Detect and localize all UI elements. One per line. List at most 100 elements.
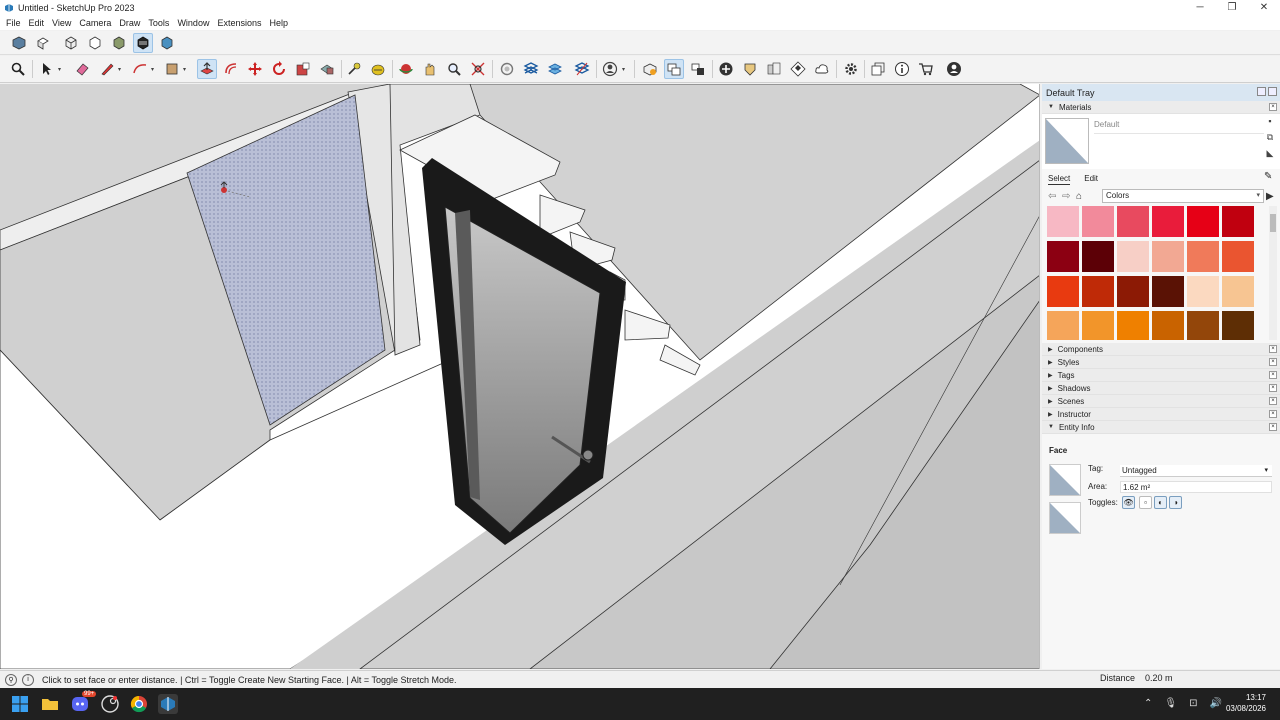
windows-start-icon[interactable] xyxy=(10,694,30,714)
material-swatch[interactable] xyxy=(1082,241,1114,272)
offset-icon[interactable] xyxy=(221,59,241,79)
geo-icon[interactable] xyxy=(740,59,760,79)
panel-close-icon[interactable]: × xyxy=(1269,397,1277,405)
cast-shadows-toggle-icon[interactable]: ◐ xyxy=(1154,496,1167,509)
default-material-icon[interactable]: ◣ xyxy=(1264,148,1276,160)
outliner-icon[interactable] xyxy=(868,59,888,79)
menu-edit[interactable]: Edit xyxy=(25,18,49,28)
material-swatch[interactable] xyxy=(1187,276,1219,307)
receive-shadows-toggle-icon[interactable]: ▫ xyxy=(1139,496,1152,509)
menu-camera[interactable]: Camera xyxy=(75,18,115,28)
bottom-view-icon[interactable] xyxy=(133,33,153,53)
styles-icon[interactable] xyxy=(664,59,684,79)
forward-arrow-icon[interactable]: ⇨ xyxy=(1062,191,1076,202)
material-swatch[interactable] xyxy=(1152,241,1184,272)
cloud-icon[interactable] xyxy=(812,59,832,79)
material-swatch[interactable] xyxy=(1117,276,1149,307)
add-location-icon[interactable] xyxy=(716,59,736,79)
menu-help[interactable]: Help xyxy=(265,18,292,28)
menu-draw[interactable]: Draw xyxy=(115,18,144,28)
steam-icon[interactable] xyxy=(100,694,120,714)
soften-toggle-icon[interactable]: ◑ xyxy=(1169,496,1182,509)
right-view-icon[interactable] xyxy=(85,33,105,53)
tape-measure-icon[interactable] xyxy=(344,59,364,79)
iso-view-icon[interactable] xyxy=(9,33,29,53)
material-swatch[interactable] xyxy=(1047,276,1079,307)
panel-close-icon[interactable]: × xyxy=(1269,410,1277,418)
menu-tools[interactable]: Tools xyxy=(144,18,173,28)
paint-bucket-icon[interactable] xyxy=(368,59,388,79)
material-swatch[interactable] xyxy=(1222,311,1254,340)
material-swatch[interactable] xyxy=(1047,311,1079,340)
extension-warehouse-icon[interactable] xyxy=(764,59,784,79)
scale-icon[interactable] xyxy=(293,59,313,79)
pencil-dropdown-icon[interactable]: ▾ xyxy=(118,59,124,79)
pencil-icon[interactable] xyxy=(97,59,117,79)
geo-location-icon[interactable]: ⚲ xyxy=(5,673,17,686)
3d-warehouse-icon[interactable] xyxy=(497,59,517,79)
home-icon[interactable]: ⌂ xyxy=(1076,191,1090,202)
pan-icon[interactable] xyxy=(420,59,440,79)
modeling-viewport[interactable] xyxy=(0,84,1040,669)
tab-select[interactable]: Select xyxy=(1048,174,1071,185)
material-swatch[interactable] xyxy=(1047,206,1079,237)
components-icon[interactable] xyxy=(640,59,660,79)
tag-select[interactable]: Untagged ▾ xyxy=(1120,465,1272,477)
material-swatch[interactable] xyxy=(1152,311,1184,340)
cart-icon[interactable] xyxy=(916,59,936,79)
material-swatch[interactable] xyxy=(1187,311,1219,340)
instructor-info-icon[interactable]: i xyxy=(22,673,34,686)
styles-panel-header[interactable]: ▶ Styles × xyxy=(1042,356,1280,369)
panel-close-icon[interactable]: × xyxy=(1269,423,1277,431)
sketchup-taskbar-icon[interactable] xyxy=(158,694,178,714)
tab-edit[interactable]: Edit xyxy=(1084,174,1098,185)
profile-icon[interactable] xyxy=(944,59,964,79)
rectangle-dropdown-icon[interactable]: ▾ xyxy=(183,59,189,79)
volume-icon[interactable]: 🔊 xyxy=(1209,698,1221,709)
material-swatch[interactable] xyxy=(1222,206,1254,237)
details-arrow-icon[interactable]: ▶ xyxy=(1266,191,1280,202)
rotate-icon[interactable] xyxy=(269,59,289,79)
menu-view[interactable]: View xyxy=(48,18,75,28)
material-swatch[interactable] xyxy=(1152,276,1184,307)
system-clock[interactable]: 13:17 03/08/2026 xyxy=(1226,692,1266,714)
back-material-thumb[interactable] xyxy=(1049,502,1081,534)
visible-toggle-icon[interactable]: 👁 xyxy=(1122,496,1135,509)
material-name-field[interactable]: Default xyxy=(1094,120,1264,134)
close-icon[interactable]: ✕ xyxy=(1248,0,1280,15)
swatch-scrollbar[interactable] xyxy=(1269,206,1277,340)
push-pull-icon[interactable] xyxy=(197,59,217,79)
menu-file[interactable]: File xyxy=(2,18,25,28)
section-icon[interactable] xyxy=(572,59,592,79)
discord-icon[interactable] xyxy=(70,694,90,714)
scenes-icon[interactable] xyxy=(688,59,708,79)
material-swatch[interactable] xyxy=(1187,206,1219,237)
microphone-icon[interactable]: 🎙 xyxy=(1164,698,1177,709)
back-arrow-icon[interactable]: ⇦ xyxy=(1048,191,1062,202)
account-dropdown-icon[interactable]: ▾ xyxy=(622,59,628,79)
layers-2-icon[interactable] xyxy=(545,59,565,79)
collection-select[interactable]: Colors ▾ xyxy=(1102,189,1264,203)
3d-scene[interactable] xyxy=(0,84,1040,669)
menu-extensions[interactable]: Extensions xyxy=(213,18,265,28)
material-swatch[interactable] xyxy=(1117,311,1149,340)
network-icon[interactable]: ⊡ xyxy=(1189,698,1197,709)
checker-icon[interactable] xyxy=(788,59,808,79)
panel-close-icon[interactable]: × xyxy=(1269,358,1277,366)
move-icon[interactable] xyxy=(245,59,265,79)
menu-window[interactable]: Window xyxy=(173,18,213,28)
panel-close-icon[interactable]: × xyxy=(1269,345,1277,353)
zoom-icon[interactable] xyxy=(444,59,464,79)
arc-icon[interactable] xyxy=(130,59,150,79)
user-account-icon[interactable] xyxy=(600,59,620,79)
sample-paint-icon[interactable]: ✎ xyxy=(1264,171,1272,182)
material-swatch[interactable] xyxy=(1222,241,1254,272)
scenes-panel-header[interactable]: ▶ Scenes × xyxy=(1042,395,1280,408)
tray-close-icon[interactable] xyxy=(1268,87,1277,96)
info-icon[interactable] xyxy=(892,59,912,79)
chrome-icon[interactable] xyxy=(129,694,149,714)
layers-icon[interactable] xyxy=(521,59,541,79)
instructor-panel-header[interactable]: ▶ Instructor × xyxy=(1042,408,1280,421)
material-swatch[interactable] xyxy=(1187,241,1219,272)
follow-me-icon[interactable] xyxy=(317,59,337,79)
